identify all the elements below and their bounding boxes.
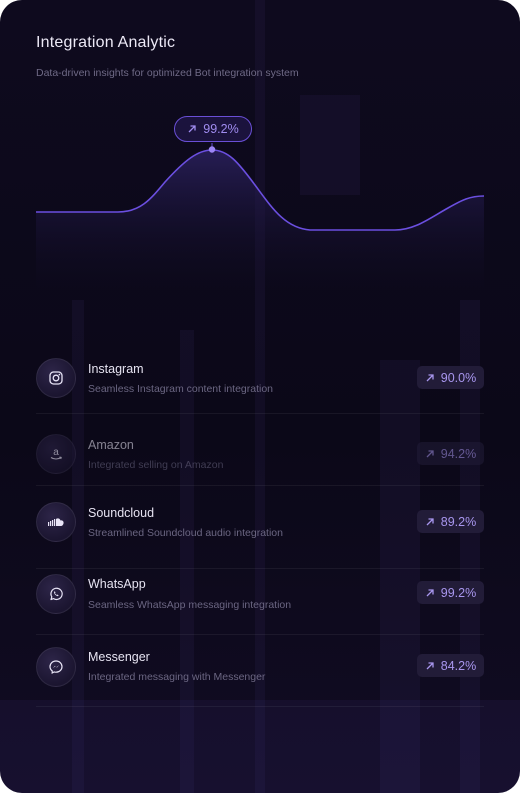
analytics-card: Integration Analytic Data-driven insight… xyxy=(0,0,520,793)
integration-name: WhatsApp xyxy=(88,577,146,591)
integration-name: Instagram xyxy=(88,362,144,376)
integration-row-messenger[interactable]: Messenger Integrated messaging with Mess… xyxy=(36,635,484,707)
integration-description: Integrated messaging with Messenger xyxy=(88,671,266,683)
whatsapp-icon xyxy=(36,574,76,614)
instagram-icon xyxy=(36,358,76,398)
page-subtitle: Data-driven insights for optimized Bot i… xyxy=(36,67,299,79)
integration-description: Integrated selling on Amazon xyxy=(88,459,224,471)
integration-value: 99.2% xyxy=(440,585,477,600)
integration-value-badge: 99.2% xyxy=(417,581,484,604)
peak-value: 99.2% xyxy=(203,122,239,136)
arrow-up-right-icon xyxy=(188,125,196,133)
integration-value: 84.2% xyxy=(440,658,477,673)
page-title: Integration Analytic xyxy=(36,34,176,51)
integration-value-badge: 89.2% xyxy=(417,510,484,533)
integration-value-badge: 84.2% xyxy=(417,654,484,677)
integration-value-badge: 94.2% xyxy=(417,442,484,465)
area-chart-svg xyxy=(36,143,485,300)
integration-name: Messenger xyxy=(88,650,150,664)
arrow-up-right-icon xyxy=(426,661,434,669)
area-chart xyxy=(0,110,520,310)
soundcloud-icon xyxy=(36,502,76,542)
integration-name: Amazon xyxy=(88,438,134,452)
integration-value: 90.0% xyxy=(440,370,477,385)
amazon-icon: a xyxy=(36,434,76,474)
integration-row-soundcloud[interactable]: Soundcloud Streamlined Soundcloud audio … xyxy=(36,487,484,569)
integration-value: 89.2% xyxy=(440,514,477,529)
integration-description: Streamlined Soundcloud audio integration xyxy=(88,527,283,539)
integration-row-instagram[interactable]: Instagram Seamless Instagram content int… xyxy=(36,342,484,414)
messenger-icon xyxy=(36,647,76,687)
integration-value: 94.2% xyxy=(440,446,477,461)
integration-row-whatsapp[interactable]: WhatsApp Seamless WhatsApp messaging int… xyxy=(36,569,484,635)
arrow-up-right-icon xyxy=(426,449,434,457)
arrow-up-right-icon xyxy=(426,588,434,596)
arrow-up-right-icon xyxy=(426,517,434,525)
peak-dot xyxy=(208,146,216,153)
integration-row-amazon[interactable]: a Amazon Integrated selling on Amazon 94… xyxy=(36,418,484,486)
integration-description: Seamless WhatsApp messaging integration xyxy=(88,599,292,611)
integration-description: Seamless Instagram content integration xyxy=(88,383,274,395)
integration-name: Soundcloud xyxy=(88,506,155,520)
svg-text:a: a xyxy=(53,447,59,458)
integration-value-badge: 90.0% xyxy=(417,366,484,389)
peak-value-badge: 99.2% xyxy=(174,116,252,142)
arrow-up-right-icon xyxy=(426,373,434,381)
